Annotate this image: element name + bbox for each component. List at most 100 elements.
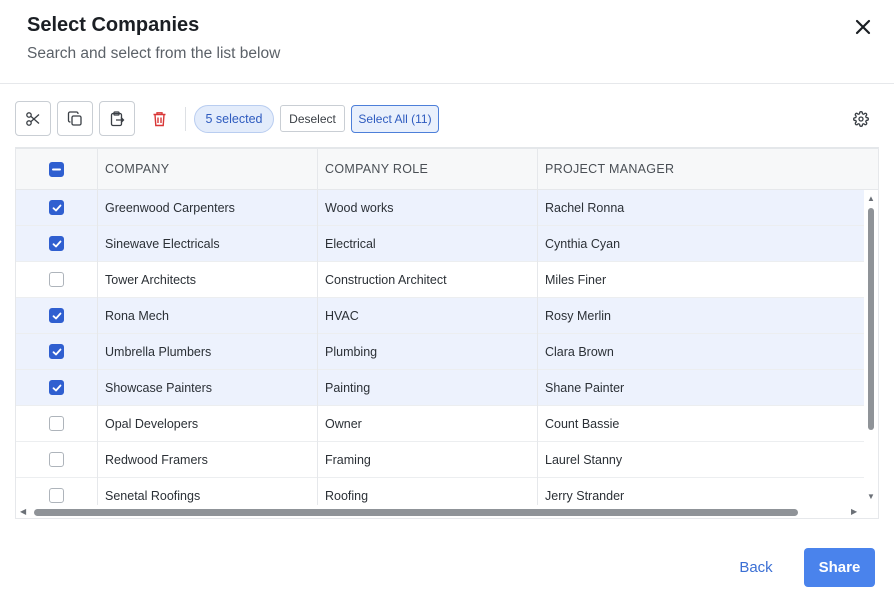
vertical-scroll-thumb[interactable] (868, 208, 874, 430)
delete-button[interactable] (148, 101, 170, 136)
dialog-subtitle: Search and select from the list below (27, 45, 281, 62)
settings-button[interactable] (851, 109, 871, 129)
project-manager-cell: Laurel Stanny (545, 452, 623, 467)
dialog-title: Select Companies (27, 14, 200, 36)
table-row[interactable]: Sinewave Electricals Electrical Cynthia Cy… (16, 226, 864, 262)
project-manager-cell: Rachel Ronna (545, 200, 625, 215)
company-cell: Rona Mech (105, 308, 169, 323)
company-role-cell: Painting (325, 380, 371, 395)
row-checkbox-cell[interactable] (16, 370, 97, 405)
project-manager-cell: Clara Brown (545, 344, 614, 359)
check-icon (52, 240, 61, 247)
column-divider (317, 149, 318, 505)
table-row[interactable]: Senetal Roofings Roofing Jerry Strander (16, 478, 864, 505)
gear-icon (853, 111, 869, 127)
select-all-checkbox-cell[interactable] (16, 149, 97, 189)
row-checkbox[interactable] (49, 200, 64, 215)
column-header-company[interactable]: COMPANY (105, 149, 169, 189)
table-row[interactable]: Tower Architects Construction Architect Mi… (16, 262, 864, 298)
row-checkbox[interactable] (49, 416, 64, 431)
table-row[interactable]: Opal Developers Owner Count Bassie (16, 406, 864, 442)
company-role-cell: Framing (325, 452, 371, 467)
company-cell: Tower Architects (105, 272, 197, 287)
company-role-cell: Electrical (325, 236, 376, 251)
table-body: Greenwood Carpenters Wood works Rachel Ron… (16, 190, 864, 505)
row-checkbox[interactable] (49, 236, 64, 251)
paste-button[interactable] (99, 101, 135, 136)
table-header: COMPANY COMPANY ROLE PROJECT MANAGER (16, 149, 878, 190)
share-button[interactable]: Share (804, 548, 875, 587)
project-manager-cell: Cynthia Cyan (545, 236, 621, 251)
table-row[interactable]: Rona Mech HVAC Rosy Merlin (16, 298, 864, 334)
close-button[interactable] (850, 14, 876, 40)
column-divider (537, 149, 538, 505)
project-manager-cell: Jerry Strander (545, 488, 625, 503)
toolbar: 5 selected Deselect Select All (11) (15, 101, 880, 137)
company-cell: Senetal Roofings (105, 488, 201, 503)
project-manager-cell: Shane Painter (545, 380, 625, 395)
company-cell: Sinewave Electricals (105, 236, 220, 251)
company-cell: Greenwood Carpenters (105, 200, 235, 215)
row-checkbox-cell[interactable] (16, 190, 97, 225)
project-manager-cell: Miles Finer (545, 272, 607, 287)
row-checkbox-cell[interactable] (16, 298, 97, 333)
back-button[interactable]: Back (730, 548, 782, 586)
company-cell: Showcase Painters (105, 380, 213, 395)
row-checkbox[interactable] (49, 380, 64, 395)
company-role-cell: Roofing (325, 488, 369, 503)
horizontal-scroll-thumb[interactable] (34, 509, 798, 516)
table-row[interactable]: Greenwood Carpenters Wood works Rachel Ron… (16, 190, 864, 226)
row-checkbox[interactable] (49, 488, 64, 503)
row-checkbox[interactable] (49, 272, 64, 287)
copy-icon (67, 110, 82, 126)
column-divider (97, 149, 98, 505)
scroll-left-arrow-icon[interactable]: ◀ (20, 507, 26, 516)
row-checkbox-cell[interactable] (16, 406, 97, 441)
close-icon (855, 19, 871, 35)
copy-button[interactable] (57, 101, 93, 136)
table-row[interactable]: Showcase Painters Painting Shane Painter (16, 370, 864, 406)
header-checkbox[interactable] (49, 161, 64, 177)
vertical-scrollbar[interactable]: ▲ ▼ (864, 190, 878, 505)
dialog-header: Select Companies Search and select from … (0, 0, 894, 84)
row-checkbox-cell[interactable] (16, 478, 97, 505)
table-row[interactable]: Umbrella Plumbers Plumbing Clara Brown (16, 334, 864, 370)
project-manager-cell: Rosy Merlin (545, 308, 611, 323)
paste-icon (110, 110, 125, 126)
company-cell: Opal Developers (105, 416, 199, 431)
horizontal-scrollbar[interactable]: ◀ ▶ (16, 505, 878, 518)
row-checkbox-cell[interactable] (16, 442, 97, 477)
toolbar-divider (185, 107, 186, 131)
company-role-cell: HVAC (325, 308, 359, 323)
table-row[interactable]: Redwood Framers Framing Laurel Stanny (16, 442, 864, 478)
check-icon (52, 312, 61, 319)
select-all-button[interactable]: Select All (11) (351, 105, 439, 133)
scroll-down-arrow-icon[interactable]: ▼ (867, 492, 875, 501)
row-checkbox[interactable] (49, 308, 64, 323)
check-icon (52, 204, 61, 211)
check-icon (52, 384, 61, 391)
column-header-company-role[interactable]: COMPANY ROLE (325, 149, 428, 189)
check-icon (52, 348, 61, 355)
company-role-cell: Owner (325, 416, 362, 431)
row-checkbox[interactable] (49, 452, 64, 467)
row-checkbox-cell[interactable] (16, 226, 97, 261)
company-cell: Redwood Framers (105, 452, 208, 467)
deselect-button[interactable]: Deselect (280, 105, 345, 132)
scroll-right-arrow-icon[interactable]: ▶ (851, 507, 857, 516)
trash-icon (153, 111, 165, 126)
row-checkbox[interactable] (49, 344, 64, 359)
scroll-up-arrow-icon[interactable]: ▲ (867, 194, 875, 203)
project-manager-cell: Count Bassie (545, 416, 620, 431)
scissors-icon (26, 111, 40, 126)
companies-table: COMPANY COMPANY ROLE PROJECT MANAGER Gre… (15, 147, 879, 519)
cut-button[interactable] (15, 101, 51, 136)
column-header-project-manager[interactable]: PROJECT MANAGER (545, 149, 674, 189)
company-role-cell: Plumbing (325, 344, 378, 359)
row-checkbox-cell[interactable] (16, 262, 97, 297)
company-role-cell: Construction Architect (325, 272, 447, 287)
company-cell: Umbrella Plumbers (105, 344, 212, 359)
minus-icon (52, 168, 61, 170)
row-checkbox-cell[interactable] (16, 334, 97, 369)
selected-count-badge: 5 selected (194, 105, 274, 133)
